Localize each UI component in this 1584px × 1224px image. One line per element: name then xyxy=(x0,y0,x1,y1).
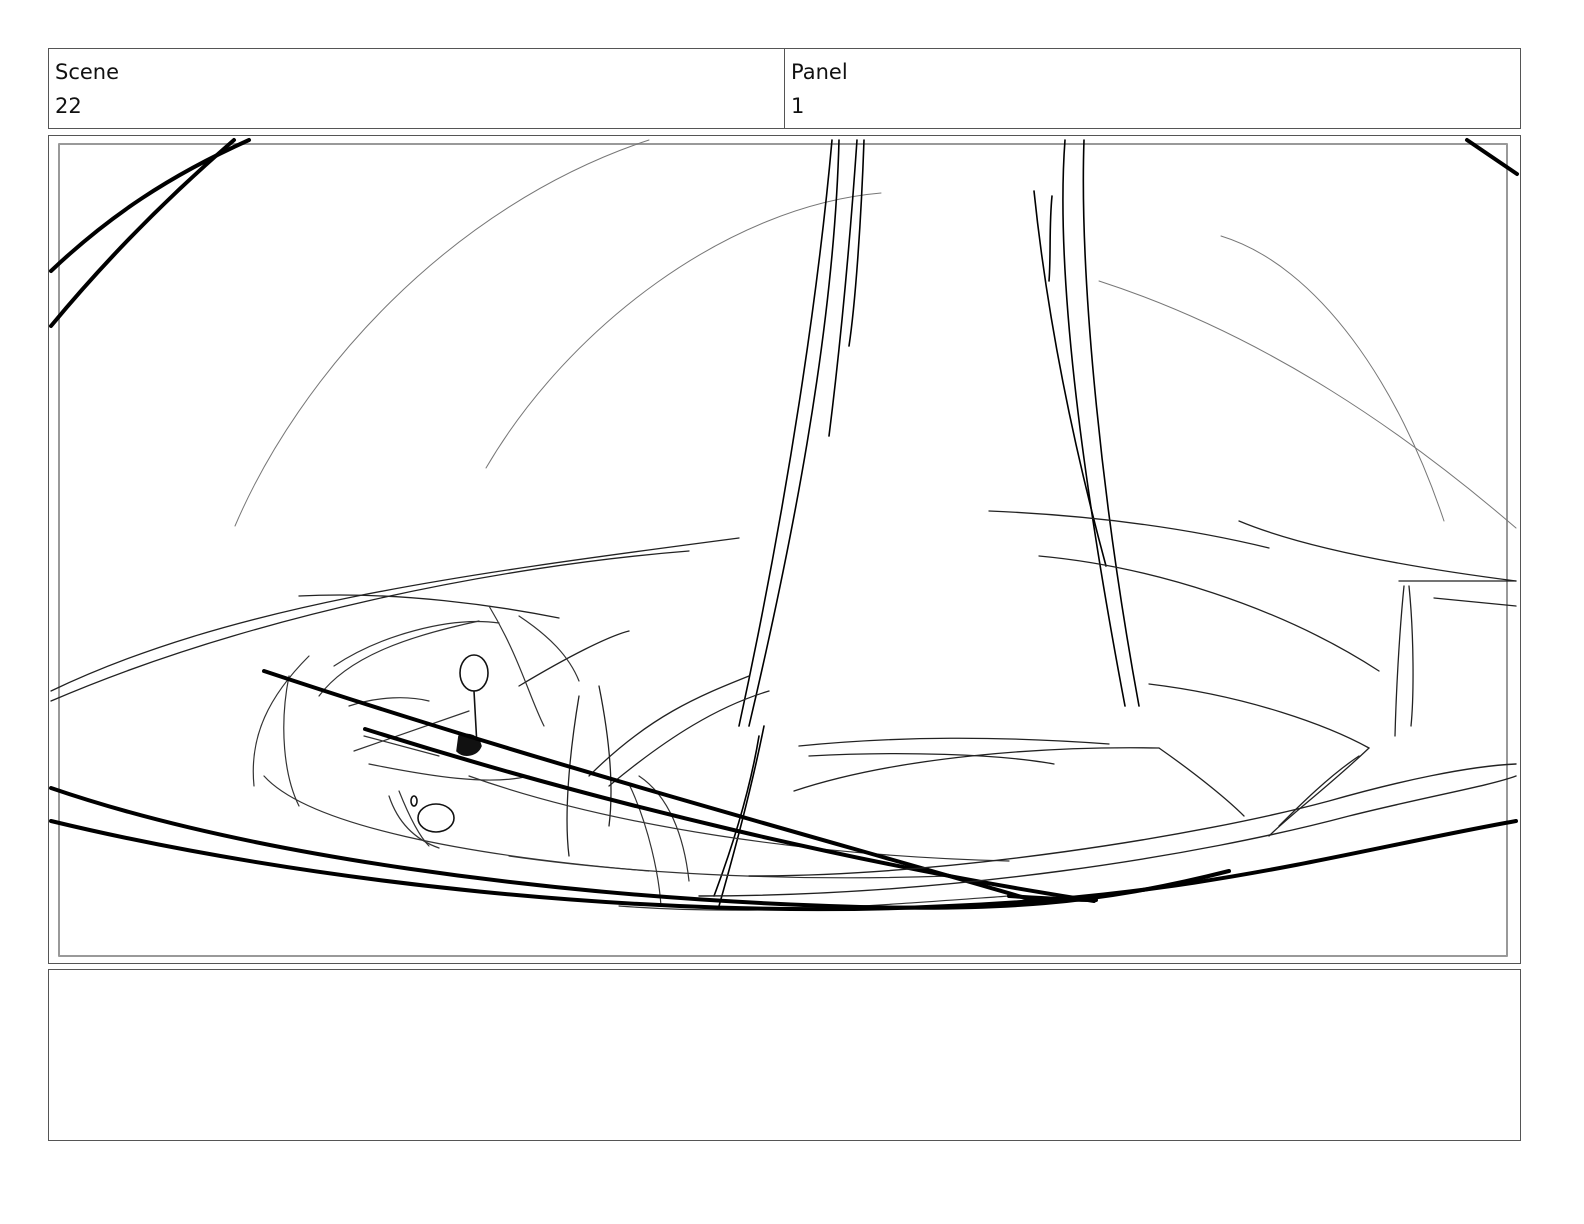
panel-cell: Panel 1 xyxy=(785,49,1520,128)
panel-header: Scene 22 Panel 1 xyxy=(48,48,1521,129)
scene-cell: Scene 22 xyxy=(49,49,785,128)
notes-box xyxy=(48,969,1521,1141)
scene-number: 22 xyxy=(55,94,82,118)
panel-number: 1 xyxy=(791,94,805,118)
sketch-drawing xyxy=(49,138,1519,957)
scene-label: Scene xyxy=(55,60,120,84)
panel-label: Panel xyxy=(791,60,848,84)
storyboard-frame xyxy=(48,135,1521,964)
